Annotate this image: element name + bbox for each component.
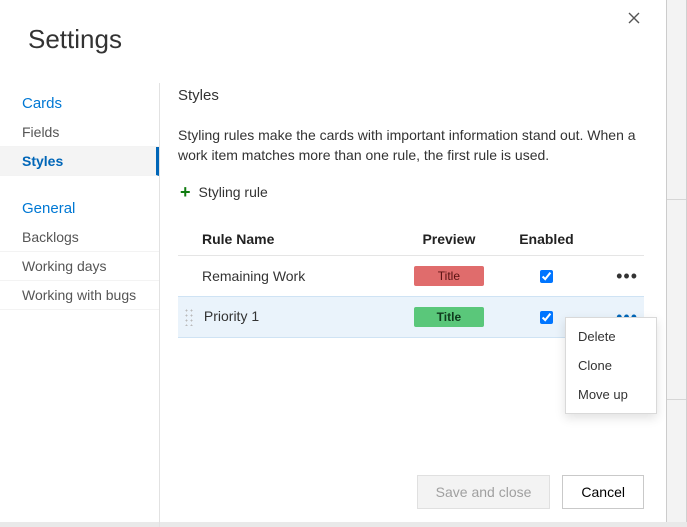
menu-item-clone[interactable]: Clone xyxy=(566,351,656,380)
content-heading: Styles xyxy=(178,87,644,104)
sidebar-group-cards[interactable]: Cards xyxy=(0,89,159,118)
menu-item-delete[interactable]: Delete xyxy=(566,322,656,351)
menu-item-move-up[interactable]: Move up xyxy=(566,380,656,409)
content-description: Styling rules make the cards with import… xyxy=(178,126,644,165)
sidebar-item-backlogs[interactable]: Backlogs xyxy=(0,223,159,252)
sidebar-group-general[interactable]: General xyxy=(0,194,159,223)
preview-pill: Title xyxy=(414,266,484,286)
save-button[interactable]: Save and close xyxy=(417,475,551,509)
enabled-checkbox[interactable] xyxy=(540,270,553,283)
cancel-button[interactable]: Cancel xyxy=(562,475,644,509)
dialog-title: Settings xyxy=(0,0,666,55)
dialog-footer: Save and close Cancel xyxy=(417,475,644,509)
settings-dialog: Settings Cards Fields Styles General Bac… xyxy=(0,0,667,522)
rule-name: Remaining Work xyxy=(202,268,305,284)
sidebar-item-fields[interactable]: Fields xyxy=(0,118,159,147)
column-preview: Preview xyxy=(395,223,503,256)
drag-handle-icon[interactable] xyxy=(184,308,194,326)
sidebar-item-working-with-bugs[interactable]: Working with bugs xyxy=(0,281,159,310)
add-rule-label: Styling rule xyxy=(199,184,268,200)
content-pane: Styles Styling rules make the cards with… xyxy=(160,83,666,527)
close-icon[interactable] xyxy=(626,10,646,30)
column-enabled: Enabled xyxy=(503,223,590,256)
plus-icon: + xyxy=(180,183,191,201)
context-menu: Delete Clone Move up xyxy=(565,317,657,414)
preview-pill: Title xyxy=(414,307,484,327)
add-styling-rule-button[interactable]: + Styling rule xyxy=(178,179,270,205)
background-strip xyxy=(667,0,687,522)
table-row[interactable]: Remaining Work Title ••• xyxy=(178,256,644,297)
more-actions-icon[interactable]: ••• xyxy=(616,267,638,285)
sidebar-item-working-days[interactable]: Working days xyxy=(0,252,159,281)
sidebar-item-styles[interactable]: Styles xyxy=(0,147,159,176)
rule-name: Priority 1 xyxy=(204,308,259,324)
enabled-checkbox[interactable] xyxy=(540,311,553,324)
sidebar: Cards Fields Styles General Backlogs Wor… xyxy=(0,83,160,527)
column-rule-name: Rule Name xyxy=(178,223,395,256)
